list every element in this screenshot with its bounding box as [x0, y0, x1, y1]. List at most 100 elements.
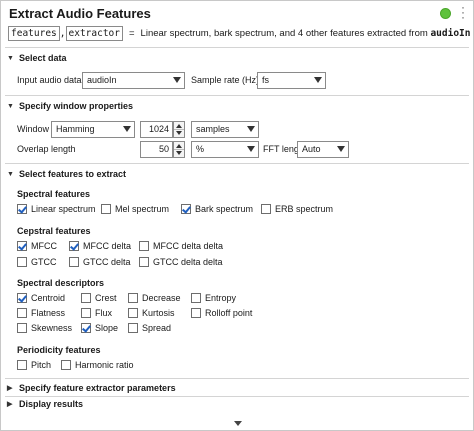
checkbox-box[interactable] [17, 323, 27, 333]
checkbox-box[interactable] [17, 293, 27, 303]
checkbox-box[interactable] [139, 241, 149, 251]
checkbox-mfcc-delta[interactable]: MFCC delta [69, 241, 131, 251]
expand-triangle-icon: ▼ [7, 170, 14, 178]
overlap-length-field[interactable]: 50 [140, 141, 173, 158]
section-title: Display results [19, 399, 84, 409]
checkbox-box[interactable] [101, 204, 111, 214]
checkbox-box[interactable] [17, 360, 27, 370]
checkbox-box[interactable] [81, 308, 91, 318]
step-down-icon[interactable] [176, 131, 182, 135]
collapse-triangle-icon: ▶ [7, 401, 13, 408]
fft-length-dropdown[interactable]: Auto [297, 141, 349, 158]
checkbox-rolloff-point[interactable]: Rolloff point [191, 308, 252, 318]
checkbox-crest[interactable]: Crest [81, 293, 117, 303]
checkbox-box[interactable] [81, 293, 91, 303]
checkbox-mel-spectrum[interactable]: Mel spectrum [101, 204, 169, 214]
checkbox-slope[interactable]: Slope [81, 323, 118, 333]
checkbox-box[interactable] [181, 204, 191, 214]
checkbox-label: MFCC [31, 241, 57, 251]
section-title: Specify window properties [19, 101, 134, 111]
checkbox-box[interactable] [69, 241, 79, 251]
expand-triangle-icon: ▼ [7, 54, 14, 62]
checkbox-label: GTCC delta delta [153, 257, 223, 267]
output-var-extractor[interactable]: extractor [65, 25, 123, 41]
checkbox-box[interactable] [61, 360, 71, 370]
section-title: Specify feature extractor parameters [19, 383, 176, 393]
checkbox-box[interactable] [17, 257, 27, 267]
summary-text: Linear spectrum, bark spectrum, and 4 ot… [140, 27, 428, 39]
checkbox-label: Flatness [31, 308, 66, 318]
checkbox-box[interactable] [128, 323, 138, 333]
divider [5, 163, 469, 164]
checkbox-label: Slope [95, 323, 119, 333]
window-unit-dropdown[interactable]: samples [191, 121, 259, 138]
checkbox-decrease[interactable]: Decrease [128, 293, 181, 303]
window-length-stepper[interactable] [173, 121, 185, 138]
checkbox-box[interactable] [17, 308, 27, 318]
status-indicator-icon [440, 8, 451, 19]
checkbox-centroid[interactable]: Centroid [17, 293, 65, 303]
divider [5, 396, 469, 397]
window-type-value: Hamming [56, 124, 95, 134]
overlap-length-stepper[interactable] [173, 141, 185, 158]
checkbox-box[interactable] [191, 308, 201, 318]
checkbox-linear-spectrum[interactable]: Linear spectrum [17, 204, 96, 214]
checkbox-bark-spectrum[interactable]: Bark spectrum [181, 204, 253, 214]
checkbox-harmonic-ratio[interactable]: Harmonic ratio [61, 360, 134, 370]
sample-rate-label: Sample rate (Hz) [191, 75, 260, 85]
section-window-properties[interactable]: ▼ Specify window properties [7, 101, 133, 111]
section-select-features[interactable]: ▼ Select features to extract [7, 169, 126, 179]
checkbox-spread[interactable]: Spread [128, 323, 171, 333]
checkbox-box[interactable] [17, 204, 27, 214]
checkbox-gtcc[interactable]: GTCC [17, 257, 57, 267]
checkbox-skewness[interactable]: Skewness [17, 323, 72, 333]
checkbox-mfcc[interactable]: MFCC [17, 241, 57, 251]
chevron-down-icon [314, 77, 322, 83]
overlap-length-label: Overlap length [17, 144, 76, 154]
checkbox-gtcc-delta[interactable]: GTCC delta [69, 257, 131, 267]
checkbox-box[interactable] [261, 204, 271, 214]
window-type-dropdown[interactable]: Hamming [51, 121, 135, 138]
input-audio-dropdown[interactable]: audioIn [82, 72, 185, 89]
checkbox-kurtosis[interactable]: Kurtosis [128, 308, 175, 318]
window-unit-value: samples [196, 124, 230, 134]
checkbox-label: Linear spectrum [31, 204, 96, 214]
checkbox-entropy[interactable]: Entropy [191, 293, 236, 303]
more-options-icon[interactable]: · · · [459, 1, 467, 23]
checkbox-label: Mel spectrum [115, 204, 170, 214]
step-down-icon[interactable] [176, 151, 182, 155]
window-length-field[interactable]: 1024 [140, 121, 173, 138]
checkbox-label: GTCC [31, 257, 57, 267]
checkbox-box[interactable] [69, 257, 79, 267]
checkbox-box[interactable] [128, 293, 138, 303]
window-label: Window [17, 124, 50, 134]
checkbox-pitch[interactable]: Pitch [17, 360, 51, 370]
checkbox-box[interactable] [128, 308, 138, 318]
checkbox-flux[interactable]: Flux [81, 308, 112, 318]
section-title: Select features to extract [19, 169, 127, 179]
checkbox-label: GTCC delta [83, 257, 131, 267]
checkbox-flatness[interactable]: Flatness [17, 308, 65, 318]
sample-rate-dropdown[interactable]: fs [257, 72, 326, 89]
checkbox-erb-spectrum[interactable]: ERB spectrum [261, 204, 333, 214]
output-var-features[interactable]: features [8, 25, 60, 41]
checkbox-box[interactable] [139, 257, 149, 267]
overlap-unit-dropdown[interactable]: % [191, 141, 259, 158]
stepper-divider [174, 149, 184, 150]
step-up-icon[interactable] [176, 124, 182, 128]
checkbox-label: Kurtosis [142, 308, 175, 318]
checkbox-box[interactable] [191, 293, 201, 303]
checkbox-box[interactable] [81, 323, 91, 333]
fft-length-value: Auto [302, 144, 321, 154]
checkbox-label: Pitch [31, 360, 52, 370]
chevron-down-icon[interactable] [234, 421, 242, 426]
chevron-down-icon [247, 146, 255, 152]
step-up-icon[interactable] [176, 144, 182, 148]
checkbox-box[interactable] [17, 241, 27, 251]
checkbox-mfcc-delta-delta[interactable]: MFCC delta delta [139, 241, 223, 251]
section-select-data[interactable]: ▼ Select data [7, 53, 67, 63]
checkbox-gtcc-delta-delta[interactable]: GTCC delta delta [139, 257, 223, 267]
section-display-results[interactable]: ▶ Display results [7, 399, 83, 409]
section-extractor-parameters[interactable]: ▶ Specify feature extractor parameters [7, 383, 176, 393]
section-title: Select data [19, 53, 67, 63]
